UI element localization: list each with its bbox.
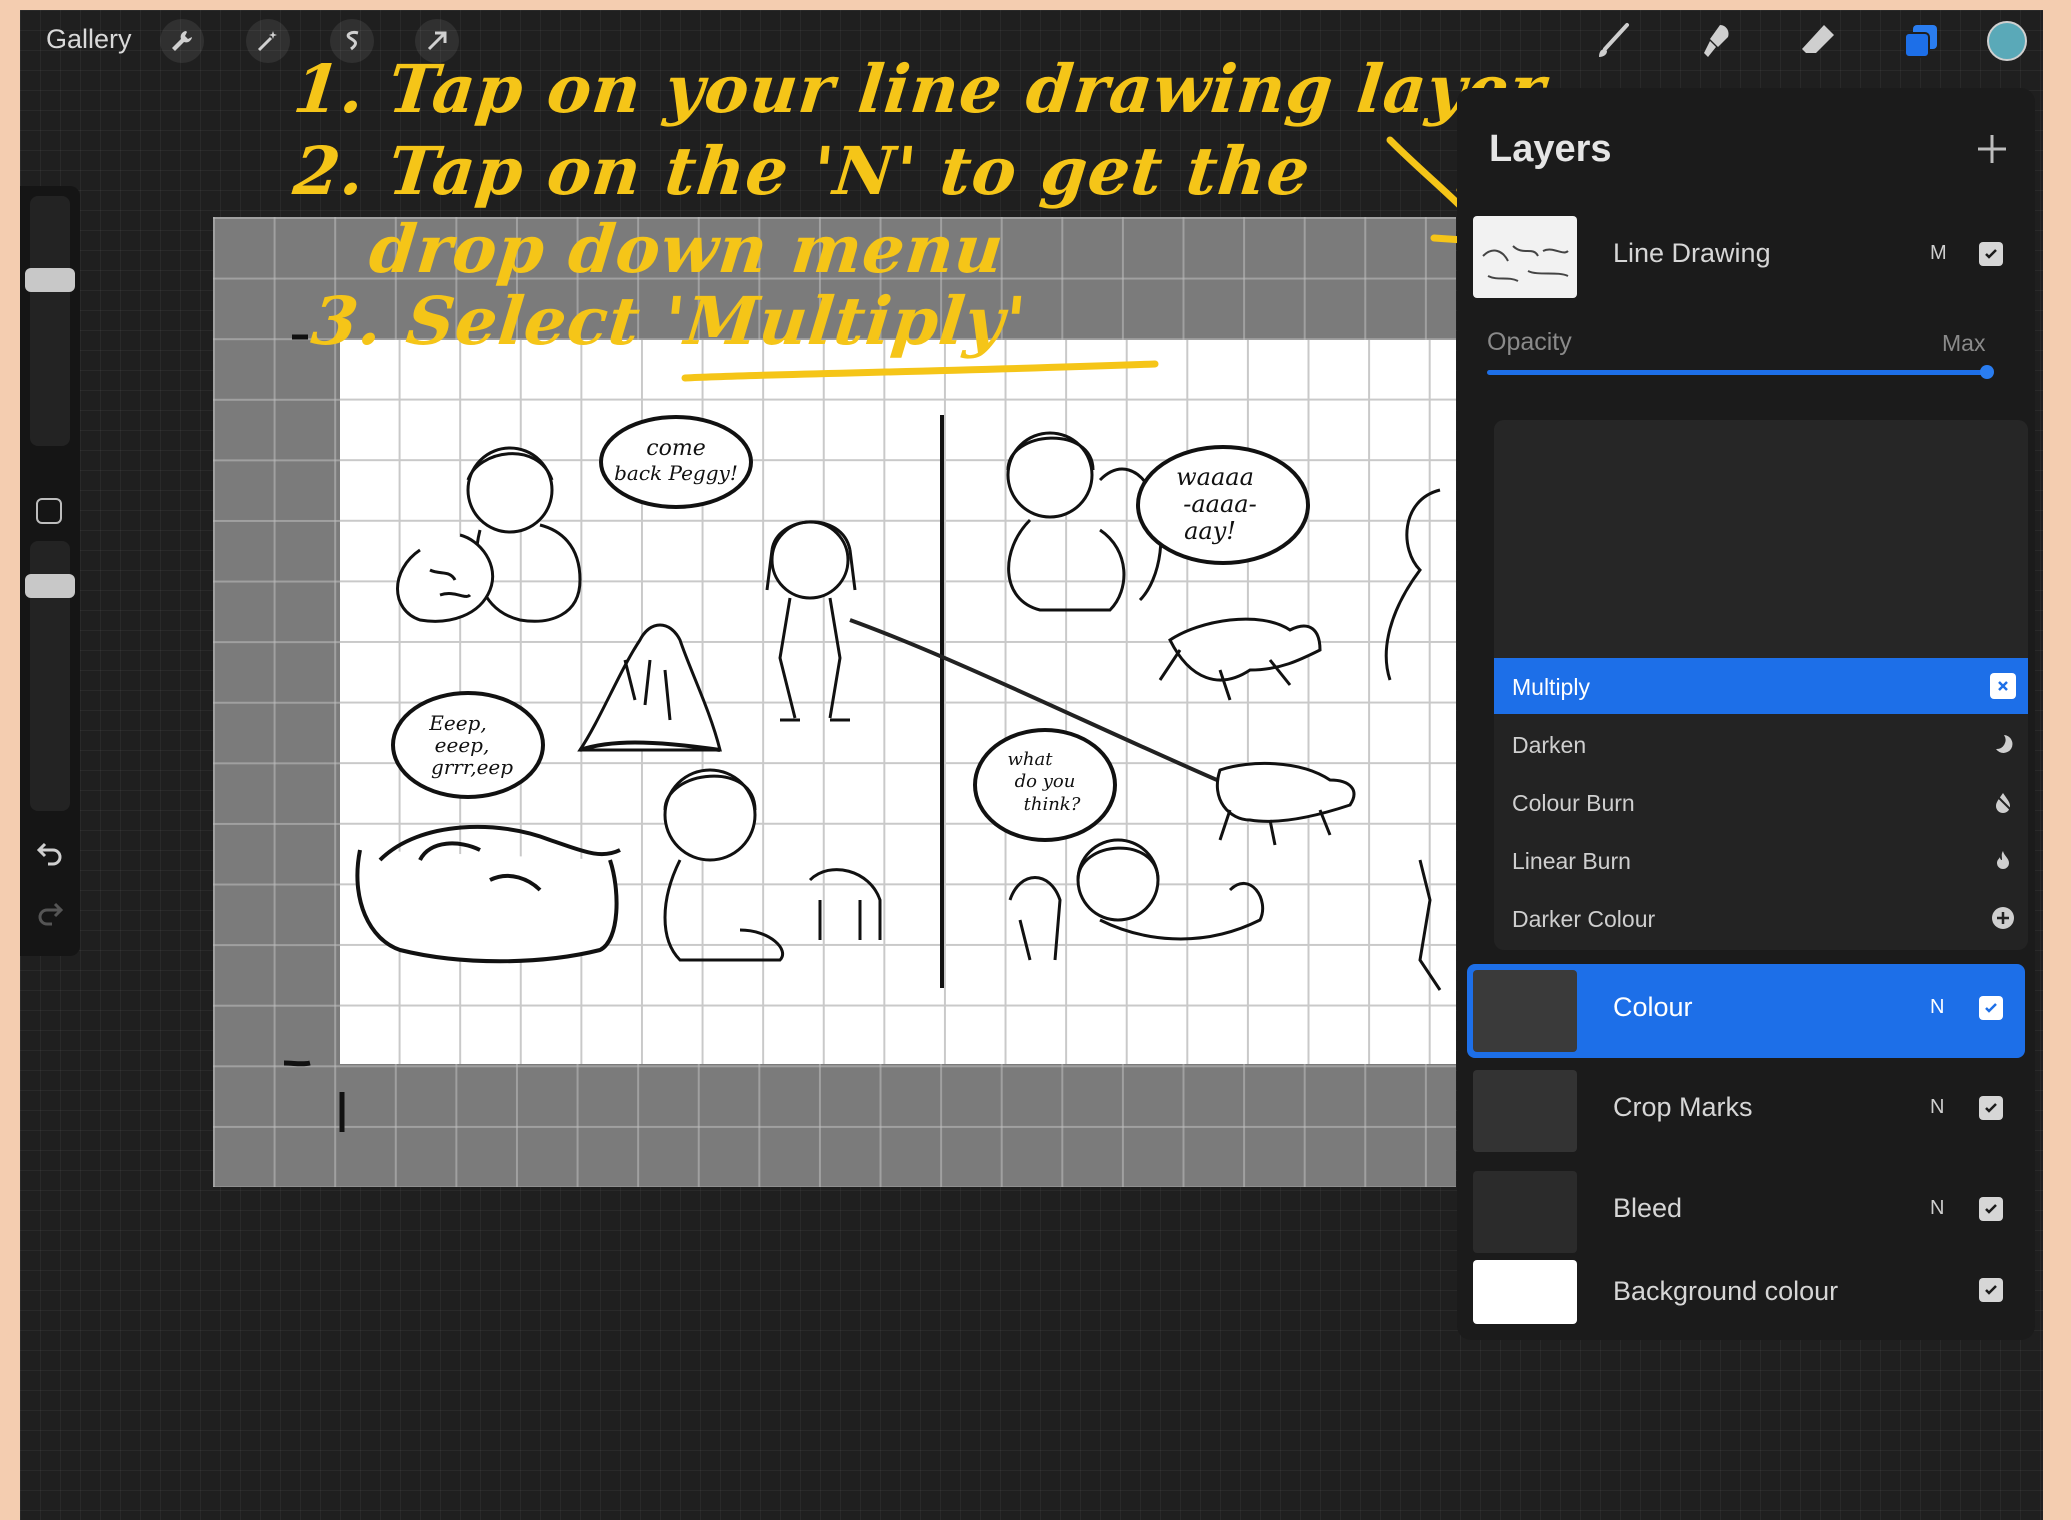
- figure-child-with-leash: [765, 520, 857, 722]
- blend-menu-preview-area: [1494, 420, 2028, 658]
- burn-icon: [1990, 789, 2016, 815]
- color-swatch[interactable]: [1987, 21, 2027, 61]
- blend-option-label: Darker Colour: [1512, 906, 1656, 932]
- layer-crop-marks[interactable]: Crop Marks N: [1467, 1064, 2025, 1158]
- plus-circle-icon: [1990, 905, 2016, 931]
- add-layer-button[interactable]: [1967, 124, 2017, 174]
- blend-option-darken[interactable]: Darken: [1494, 716, 2028, 772]
- blend-mode-button[interactable]: N: [1930, 1096, 1944, 1119]
- figure-child-with-puppy: [663, 768, 882, 962]
- figure-leashed-dog: [1215, 762, 1356, 846]
- svg-text:eeep,: eeep,: [435, 733, 490, 757]
- brush-icon[interactable]: [1590, 18, 1636, 64]
- layer-line-drawing[interactable]: Line Drawing M: [1467, 210, 2025, 304]
- layers-icon[interactable]: [1898, 18, 1944, 64]
- blend-option-multiply[interactable]: Multiply: [1494, 658, 2028, 714]
- figure-edge-partial: [1384, 488, 1442, 991]
- moon-icon: [1990, 731, 2016, 757]
- procreate-screen: Gallery come back Peggy! Eeep, eeep, grr…: [20, 10, 2043, 1520]
- visibility-checkbox[interactable]: [1979, 1096, 2003, 1120]
- svg-text:aay!: aay!: [1184, 517, 1236, 545]
- layer-colour[interactable]: Colour N: [1467, 964, 2025, 1058]
- figure-child-holding-dog: [1006, 431, 1163, 612]
- opacity-value: Max: [1942, 330, 1986, 356]
- svg-text:what: what: [1008, 749, 1054, 770]
- blend-option-colour-burn[interactable]: Colour Burn: [1494, 774, 2028, 830]
- figure-lying-child: [1008, 838, 1265, 961]
- layer-thumbnail: [1473, 216, 1577, 298]
- figure-child-hugging-dog: [396, 446, 582, 623]
- annotation-line-2: 2. Tap on the 'N' to get the: [289, 132, 1315, 210]
- svg-text:waaaa: waaaa: [1176, 463, 1254, 491]
- layer-thumbnail: [1473, 970, 1577, 1052]
- visibility-checkbox[interactable]: [1979, 996, 2003, 1020]
- speech-bubble-waaaa: waaaa -aaaa- aay!: [1136, 445, 1310, 565]
- blend-option-darker-colour[interactable]: Darker Colour: [1494, 890, 2028, 946]
- line-drawing-artwork: come back Peggy! Eeep, eeep, grrr,eep wa…: [355, 415, 1442, 991]
- multiply-icon: [1990, 673, 2016, 699]
- layer-bleed[interactable]: Bleed N: [1467, 1165, 2025, 1259]
- blend-option-label: Darken: [1512, 732, 1587, 758]
- layer-background-colour[interactable]: Background colour: [1467, 1254, 2025, 1332]
- opacity-slider[interactable]: [1487, 370, 1987, 375]
- layer-name: Background colour: [1613, 1276, 1839, 1306]
- blend-option-label: Multiply: [1512, 674, 1590, 700]
- transform-arrow-icon[interactable]: [415, 19, 459, 63]
- bubble-text-1b: back Peggy!: [614, 461, 738, 485]
- flame-icon: [1990, 847, 2016, 873]
- bubble-text-1: come: [646, 436, 705, 461]
- svg-text:-aaaa-: -aaaa-: [1183, 490, 1256, 518]
- svg-text:do you: do you: [1015, 771, 1076, 792]
- visibility-checkbox[interactable]: [1979, 1278, 2003, 1302]
- layers-title: Layers: [1489, 128, 1612, 170]
- blend-option-label: Colour Burn: [1512, 790, 1635, 816]
- eraser-icon[interactable]: [1795, 18, 1841, 64]
- visibility-checkbox[interactable]: [1979, 242, 2003, 266]
- svg-text:grrr,eep: grrr,eep: [431, 755, 513, 779]
- blend-option-label: Linear Burn: [1512, 848, 1631, 874]
- blend-mode-menu: Multiply Darken Colour Burn Linear Burn …: [1494, 420, 2028, 950]
- blend-mode-button[interactable]: M: [1930, 242, 1947, 265]
- crop-marks: [283, 334, 345, 1132]
- visibility-checkbox[interactable]: [1979, 1197, 2003, 1221]
- speech-bubble-come-back: come back Peggy!: [599, 415, 753, 509]
- layer-name: Bleed: [1613, 1193, 1683, 1223]
- layer-name: Line Drawing: [1613, 238, 1771, 268]
- layer-thumbnail: [1473, 1171, 1577, 1253]
- opacity-slider-knob[interactable]: [1980, 365, 1994, 379]
- smudge-icon[interactable]: [1693, 18, 1739, 64]
- layer-name: Colour: [1613, 992, 1693, 1022]
- figure-running-dog: [1158, 617, 1322, 701]
- layer-thumbnail: [1473, 1260, 1577, 1324]
- speech-bubble-what-do-you-think: what do you think?: [973, 728, 1117, 842]
- opacity-label: Opacity: [1487, 328, 1572, 356]
- blend-option-linear-burn[interactable]: Linear Burn: [1494, 832, 2028, 888]
- figure-shaggy-dog: [577, 623, 722, 752]
- blend-mode-button[interactable]: N: [1930, 1197, 1944, 1220]
- svg-text:think?: think?: [1024, 794, 1081, 815]
- layer-name: Crop Marks: [1613, 1092, 1753, 1122]
- svg-text:Eeep,: Eeep,: [428, 711, 486, 735]
- layer-thumbnail: [1473, 1070, 1577, 1152]
- blend-mode-button[interactable]: N: [1930, 996, 1944, 1019]
